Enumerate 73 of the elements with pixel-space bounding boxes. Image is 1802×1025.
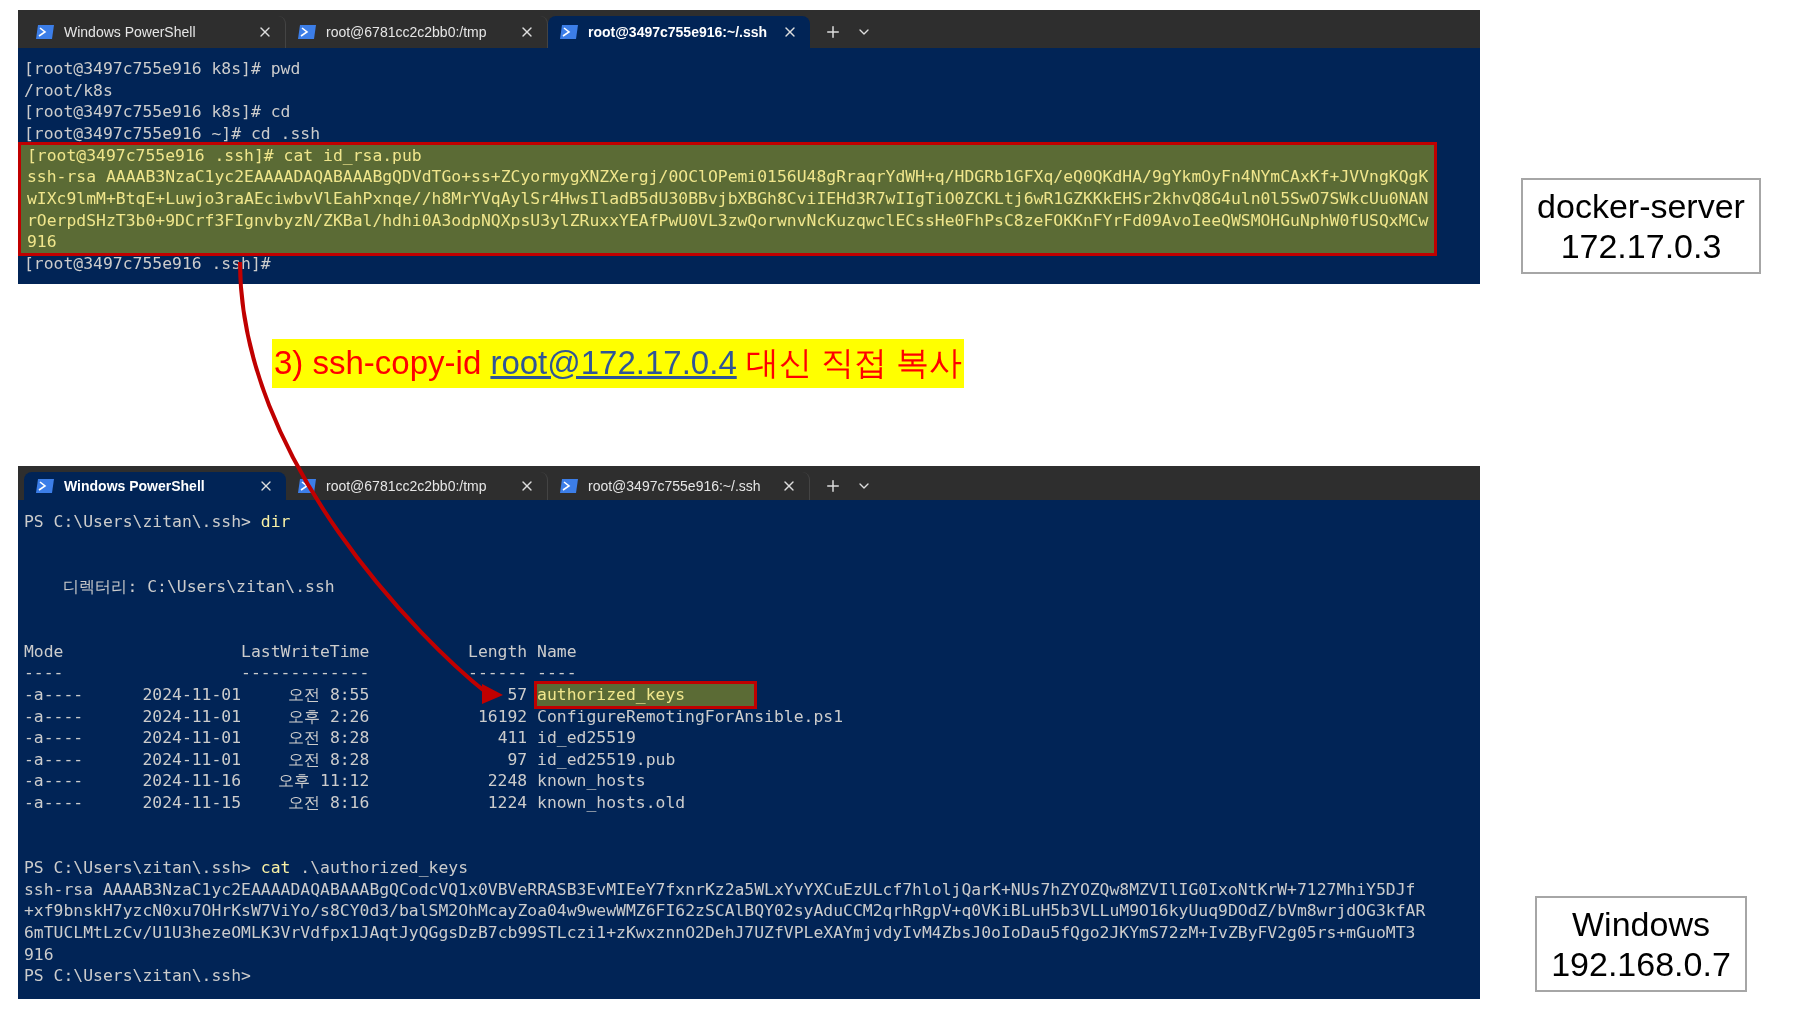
date-cell: 2024-11-01: [142, 727, 242, 749]
terminal-icon: [36, 478, 54, 493]
terminal-tab[interactable]: Windows PowerShell: [24, 16, 286, 48]
terminal-tab[interactable]: root@6781cc2c2bb0:/tmp: [286, 16, 548, 48]
mode-cell-text: -a----: [24, 792, 85, 814]
column-header: Length: [467, 640, 528, 663]
terminal-line: [root@3497c755e916 k8s]# cd: [24, 101, 292, 123]
terminal-line: 6mTUCLMtLzCv/U1U3hezeOMLK3VrVdfpx1JAqtJyQGgsDzB7cb99STLczi1+zKwxznnO2DehJ7UZfVPLeXAYmjvdyIvM4ZbsJ0oIoDau5fQgo2JKYmS72zM+IvZByFV2g05rs+mGuoMT3: [24, 922, 1417, 944]
file-name: known_hosts.old: [537, 792, 686, 814]
terminal-line: [root@3497c755e916 .ssh]# cat id_rsa.pub: [27, 144, 423, 167]
header-rule: ----: [537, 663, 577, 683]
link[interactable]: root@172.17.0.4: [490, 343, 737, 381]
column-header: Name: [537, 641, 577, 661]
directory-line: 디렉터리: C:\Users\zitan\.ssh: [62, 575, 336, 598]
length-cell-text: 411: [496, 727, 528, 749]
column-header: LastWriteTime: [240, 640, 370, 663]
file-name: id_ed25519.pub: [537, 748, 676, 771]
time-cell-text: 오전 8:28: [287, 748, 370, 771]
prompt-line: PS C:\Users\zitan\.ssh>: [24, 965, 252, 988]
date-cell: 2024-11-01: [142, 683, 242, 706]
length-cell-text: 2248: [486, 770, 528, 793]
header-rule: ----: [24, 662, 65, 684]
terminal-icon: [298, 25, 316, 39]
mode-cell-text: -a----: [24, 770, 85, 793]
terminal-line: [root@3497c755e916 .ssh]#: [24, 252, 272, 275]
terminal-line: rOerpdSHzT3b0+9DCrf3FIgnvbyzN/ZKBal/hdhi0A3odpNQXpsU3ylZRuxxYEAfPwU0VL3zwQorwnvNcKuzqwclECssHe0FhPsC8zeFOKKnFYrFd09AvoIeeQWSMOHGuNphW0fUSQxMCw: [27, 209, 1429, 232]
host-label: Windows 192.168.0.7: [1535, 896, 1747, 992]
length-cell-text: 1224: [486, 792, 528, 814]
prompt-line: PS C:\Users\zitan\.ssh> cat .\authorized_keys: [24, 857, 470, 879]
date-cell: 2024-11-15: [142, 792, 242, 814]
terminal-line: [root@3497c755e916 k8s]# pwd: [24, 58, 302, 80]
date-cell: 2024-11-16: [142, 770, 242, 793]
time-cell-text: 오후 2:26: [287, 705, 370, 728]
prompt-line: PS C:\Users\zitan\.ssh> dir: [24, 510, 292, 533]
terminal-icon: [560, 25, 578, 39]
terminal-tab[interactable]: root@6781cc2c2bb0:/tmp: [286, 471, 548, 500]
time-cell-text: 오전 8:55: [287, 683, 370, 706]
date-cell: 2024-11-01: [142, 705, 242, 728]
terminal-line: +xf9bnskH7yzcN0xu7OHrKsW7ViYo/s8CY0d3/balSM2OhMcayZoa04w9wewWMZ6FI62zSCAlBQY02syAduCCM2qrhRgpV+q0VKiBLuH5b3VLLuM9O16kyUuq9DOdZ/bVm8wrjdOG3kfAR: [24, 900, 1427, 923]
mode-cell-text: -a----: [24, 683, 85, 706]
caption: 3) ssh-copy-id root@172.17.0.4 대신 직접 복사: [272, 338, 965, 388]
mode-cell-text: -a----: [24, 727, 85, 749]
terminal-tab[interactable]: root@3497c755e916:~/.ssh: [548, 471, 810, 500]
file-name: ConfigureRemotingForAnsible.ps1: [537, 705, 843, 728]
time-cell-text: 오전 8:16: [287, 792, 370, 814]
header-rule: ------: [467, 662, 528, 684]
length-cell-text: 97: [506, 748, 528, 771]
terminal-line: wIXc9lmM+BtqE+Luwjo3raAEciwbvVlEahPxnqe//h8MrYVqAylSr4HwsIladB5dU30BBvjbXBGh8CviIEHd3R7wIIgTiO0ZCKLtj6wR1GZKKkEHSr2khvQ8G4uln0l5SwO7SWkcUu0NAN: [27, 187, 1429, 210]
mode-cell-text: -a----: [24, 748, 85, 771]
header-rule: -------------: [240, 662, 370, 684]
terminal-line: /root/k8s: [24, 79, 114, 102]
file-name: id_ed25519: [537, 727, 636, 749]
terminal-line: [root@3497c755e916 ~]# cd .ssh: [24, 122, 322, 145]
terminal-line: ssh-rsa AAAAB3NzaC1yc2EAAAADAQABAAABgQCodcVQ1x0VBVeRRASB3EvMIEeY7fxnrKz2a5WLxYvYXCuEzULcf7hloljQarK+NUs7hZYOZQw8MZVIlIG0IxoNtKrW+7127MhiY5DJf: [24, 878, 1417, 901]
terminal-icon: [560, 478, 578, 493]
file-name: authorized_keys: [537, 683, 755, 706]
time-cell-text: 오전 8:28: [287, 727, 370, 749]
new-tab-icon[interactable]: [824, 23, 842, 41]
terminal-tab[interactable]: Windows PowerShell: [24, 471, 286, 500]
host-label: docker-server 172.17.0.3: [1521, 178, 1761, 274]
column-header: Mode: [24, 640, 65, 663]
date-cell: 2024-11-01: [142, 748, 242, 771]
terminal-line: 916: [27, 231, 58, 253]
terminal-tab[interactable]: root@3497c755e916:~/.ssh: [548, 16, 810, 48]
length-cell-text: 16192: [476, 705, 528, 728]
terminal-icon: [298, 478, 316, 493]
length-cell-text: 57: [506, 683, 528, 706]
terminal-line: ssh-rsa AAAAB3NzaC1yc2EAAAADAQABAAABgQDVdTGo+ss+ZCyormygXNZXergj/0OClOPemi0156U48gRraqrYdWH+q/HDGRb1GFXq/eQ0QKdHA/9gYkmOyFn4NYmCAxKf+JVVngKQgK: [27, 166, 1429, 188]
terminal-icon: [36, 25, 54, 39]
file-name: known_hosts: [537, 770, 646, 793]
terminal-line: 916: [24, 943, 55, 966]
mode-cell-text: -a----: [24, 705, 85, 728]
time-cell-text: 오후 11:12: [277, 770, 370, 793]
